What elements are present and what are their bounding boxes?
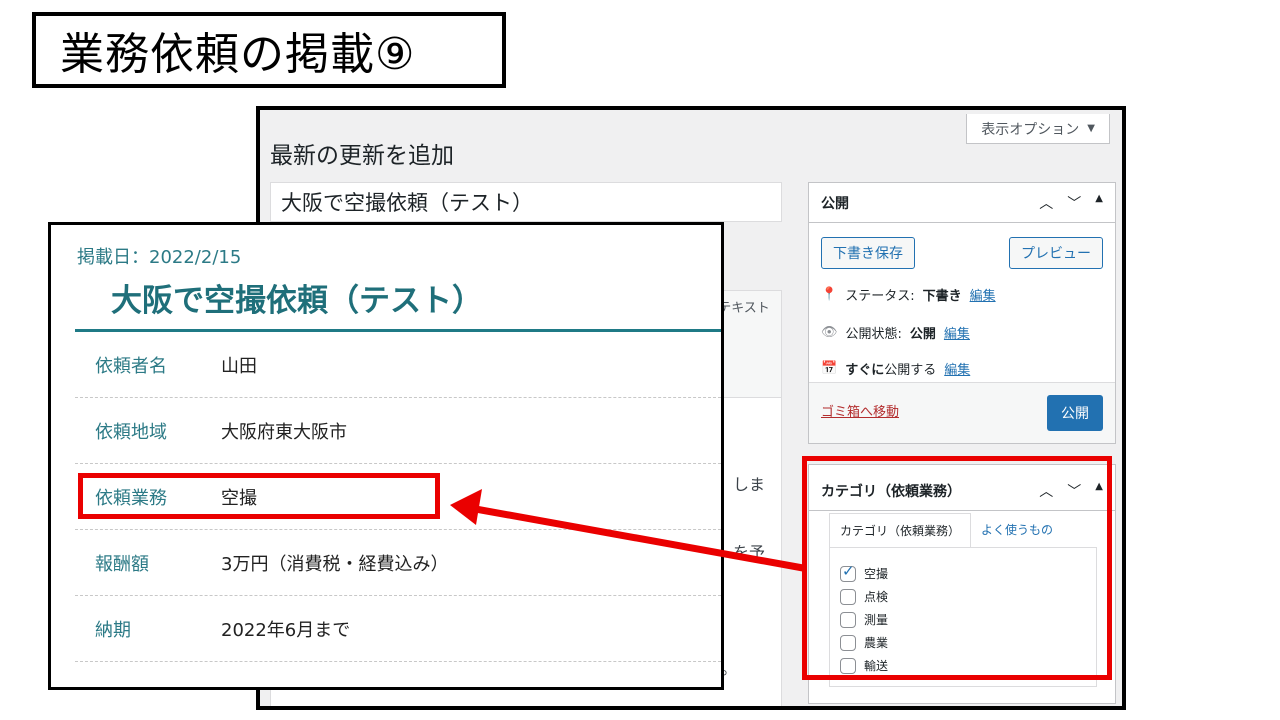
schedule-rest: 公開する (884, 363, 937, 378)
row-value: 大阪府東大阪市 (221, 421, 347, 443)
category-highlight (802, 456, 1112, 680)
eye-icon: 👁 (821, 325, 838, 340)
row-value: 2022年6月まで (221, 619, 351, 641)
row-label: 依頼者名 (95, 355, 167, 377)
visibility-row: 👁 公開状態: 公開 編集 (821, 323, 970, 342)
screen-options-label: 表示オプション (981, 121, 1080, 138)
schedule-row: 📅 すぐに公開する 編集 (821, 359, 970, 378)
slide-title: 業務依頼の掲載⑨ (32, 12, 506, 88)
publish-actions: ゴミ箱へ移動 公開 (809, 382, 1115, 443)
schedule-label: すぐに (845, 363, 885, 378)
visibility-label: 公開状態: (845, 327, 902, 342)
table-row: 納期 2022年6月まで (75, 596, 721, 662)
move-down-icon[interactable]: ﹀ (1067, 193, 1081, 213)
visibility-value: 公開 (909, 327, 936, 342)
post-date: 掲載日：2022/2/15 (77, 247, 242, 268)
editor-text-fragment: を予 (732, 543, 765, 562)
publish-button[interactable]: 公開 (1047, 395, 1103, 431)
row-value: 3万円（消費税・経費込み） (221, 553, 449, 575)
caret-down-icon: ▼ (1087, 123, 1095, 134)
table-row: 依頼者名 山田 (75, 332, 721, 398)
publish-box-title: 公開 (821, 195, 849, 212)
status-value: 下書き (922, 289, 962, 304)
visibility-edit-link[interactable]: 編集 (944, 323, 970, 342)
preview-button[interactable]: プレビュー (1009, 237, 1103, 269)
table-row: 依頼地域 大阪府東大阪市 (75, 398, 721, 464)
row-label: 依頼地域 (95, 421, 167, 443)
row-label: 報酬額 (95, 553, 149, 575)
schedule-edit-link[interactable]: 編集 (944, 359, 970, 378)
row-label: 納期 (95, 619, 131, 641)
editor-text-fragment: しま (732, 475, 765, 494)
status-row: 📍 ステータス: 下書き 編集 (821, 285, 996, 304)
calendar-icon: 📅 (821, 361, 838, 376)
toggle-panel-icon[interactable]: ▲ (1095, 193, 1103, 213)
save-draft-button[interactable]: 下書き保存 (821, 237, 915, 269)
table-row: 報酬額 3万円（消費税・経費込み） (75, 530, 721, 596)
row-value: 山田 (221, 355, 257, 377)
status-edit-link[interactable]: 編集 (970, 285, 996, 304)
screen-options-button[interactable]: 表示オプション ▼ (966, 114, 1110, 144)
page-title: 最新の更新を追加 (270, 143, 454, 169)
post-title-input[interactable]: 大阪で空撮依頼（テスト） (270, 182, 782, 222)
publish-box-header: 公開 ︿ ﹀ ▲ (809, 183, 1115, 223)
published-post-preview: 掲載日：2022/2/15 大阪で空撮依頼（テスト） 依頼者名 山田 依頼地域 … (48, 222, 724, 690)
publish-box: 公開 ︿ ﹀ ▲ 下書き保存 プレビュー 📍 ステータス: 下書き 編集 👁 公… (808, 182, 1116, 444)
post-heading: 大阪で空撮依頼（テスト） (111, 283, 483, 319)
move-up-icon[interactable]: ︿ (1039, 193, 1053, 213)
status-label: ステータス: (845, 289, 915, 304)
trash-link[interactable]: ゴミ箱へ移動 (821, 401, 899, 420)
business-type-highlight (78, 473, 440, 519)
pin-icon: 📍 (821, 287, 838, 302)
